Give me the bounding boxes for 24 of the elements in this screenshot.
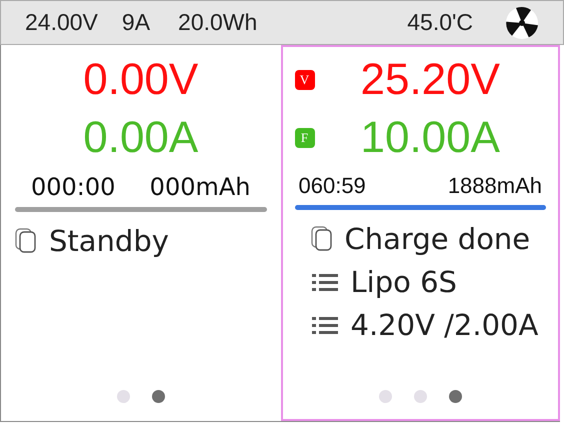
info-text: 4.20V /2.00A [350,310,538,340]
elapsed-time: 000:00 [31,175,116,199]
status-text: Standby [49,226,169,256]
capacity-reading: 1888mAh [448,175,542,197]
current-text: 9A [122,8,150,38]
pages-icon [15,228,37,254]
current-reading: 10.00A [360,116,501,160]
pages-icon [310,226,332,252]
voltage-reading: 0.00V [82,58,200,102]
list-icon [310,272,338,292]
fan-icon [505,6,539,40]
current-reading: 0.00A [82,116,200,160]
voltage-badge: V [294,70,314,90]
capacity-reading: 000mAh [150,175,250,199]
status-text: Charge done [344,224,530,254]
current-badge: F [294,128,314,148]
voltage-text: 24.00V [25,8,98,38]
channel-panel[interactable]: V 25.20V F 10.00A 060:59 1888mAh Charge done Lipo 6S 4.20V /2.00A [280,45,560,421]
voltage-reading: 25.20V [360,58,501,102]
energy-text: 20.0Wh [178,8,258,38]
info-text: Lipo 6S [350,268,457,296]
list-icon [310,315,338,335]
elapsed-time: 060:59 [298,175,366,197]
temperature-text: 45.0'C [407,8,473,38]
